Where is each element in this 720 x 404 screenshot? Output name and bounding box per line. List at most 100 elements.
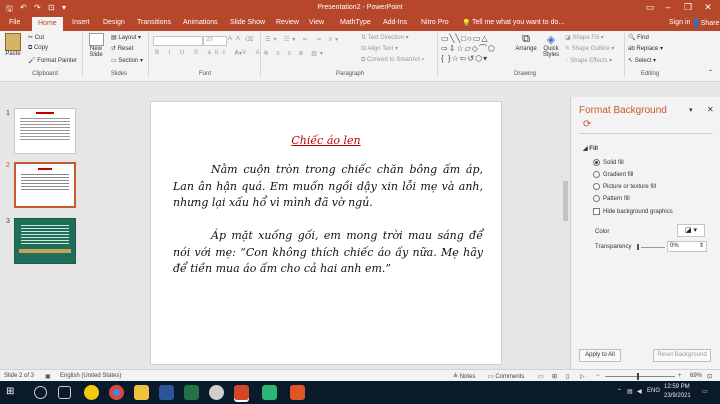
comments-button[interactable]: ▭ Comments xyxy=(488,373,524,380)
fill-tab-icon[interactable]: ⟳ xyxy=(583,119,591,130)
tab-add-ins[interactable]: Add-Ins xyxy=(383,19,407,26)
slide-title[interactable]: Chiếc áo len xyxy=(151,134,501,147)
word-icon[interactable] xyxy=(159,385,174,400)
tab-transitions[interactable]: Transitions xyxy=(137,19,171,26)
pane-close-icon[interactable]: ✕ xyxy=(707,105,714,114)
task-view-icon[interactable] xyxy=(58,386,71,399)
clock-date[interactable]: 23/9/2021 xyxy=(664,393,691,399)
solid-fill-option[interactable]: Solid fill xyxy=(593,159,624,166)
tab-nitro-pro[interactable]: Nitro Pro xyxy=(421,19,449,26)
vertical-scrollbar[interactable] xyxy=(563,101,568,363)
powerpoint-icon[interactable] xyxy=(234,385,249,400)
text-direction-button[interactable]: ⇅ Text Direction ▾ xyxy=(361,34,409,41)
picture-texture-fill-option[interactable]: Picture or texture fill xyxy=(593,183,656,190)
gradient-fill-option[interactable]: Gradient fill xyxy=(593,171,633,178)
hide-background-graphics-checkbox[interactable]: Hide background graphics xyxy=(593,208,673,215)
tab-slide-show[interactable]: Slide Show xyxy=(230,19,265,26)
slide-paragraph-1[interactable]: Nằm cuộn tròn trong chiếc chăn bông ấm á… xyxy=(173,162,483,212)
grow-font-icon[interactable]: A xyxy=(228,36,232,42)
font-size-box[interactable]: 20 xyxy=(203,36,227,46)
select-button[interactable]: ↖ Select ▾ xyxy=(628,57,656,64)
tab-view[interactable]: View xyxy=(309,19,324,26)
color-picker-button[interactable]: ◪ ▾ xyxy=(677,224,705,237)
transparency-input[interactable]: 0% ⇕ xyxy=(667,241,707,252)
format-painter-button[interactable]: 🖌 Format Painter xyxy=(28,57,77,64)
transparency-slider-handle[interactable] xyxy=(637,244,639,250)
maximize-button[interactable]: ❐ xyxy=(680,2,696,13)
tab-review[interactable]: Review xyxy=(276,19,299,26)
pattern-fill-option[interactable]: Pattern fill xyxy=(593,195,630,202)
app-icon[interactable] xyxy=(84,385,99,400)
tell-me-box[interactable]: Tell me what you want to do... xyxy=(472,19,564,26)
app-icon[interactable] xyxy=(290,385,305,400)
input-language[interactable]: ENG xyxy=(647,388,660,394)
apply-to-all-button[interactable]: Apply to All xyxy=(579,349,621,362)
reading-view-icon[interactable]: ▯ xyxy=(566,373,569,380)
app-icon[interactable] xyxy=(262,385,277,400)
shapes-gallery[interactable]: ▭╲╲□○▭△ ⇨⇩☆▱◇⌒⬠{ }☆⇦↺⬡▾ xyxy=(441,34,511,64)
find-button[interactable]: 🔍 Find xyxy=(628,34,649,41)
tell-me-icon[interactable]: 💡 xyxy=(462,19,471,27)
tab-file[interactable]: File xyxy=(9,19,20,26)
app-icon[interactable] xyxy=(209,385,224,400)
notes-button[interactable]: ≜ Notes xyxy=(453,373,475,380)
cut-button[interactable]: ✂ Cut xyxy=(28,34,44,41)
quick-styles-button[interactable]: ◈ Quick Styles xyxy=(539,33,563,58)
list-icons[interactable]: ☰▾ ☷▾ ⇤ ⇥ ≡▾ xyxy=(265,36,341,43)
shape-effects-button[interactable]: ◌ Shape Effects ▾ xyxy=(565,57,612,64)
tab-design[interactable]: Design xyxy=(103,19,125,26)
tab-animations[interactable]: Animations xyxy=(183,19,218,26)
zoom-slider[interactable] xyxy=(605,376,675,377)
slide-canvas[interactable]: Chiếc áo len Nằm cuộn tròn trong chiếc c… xyxy=(150,101,502,365)
reset-button[interactable]: ↺ Reset xyxy=(111,45,133,52)
close-button[interactable]: ✕ xyxy=(700,2,716,13)
fill-section-header[interactable]: ◢ Fill xyxy=(583,145,598,152)
volume-icon[interactable]: ◀ xyxy=(637,388,642,395)
font-name-box[interactable] xyxy=(153,36,203,46)
slide-thumbnail-2[interactable] xyxy=(14,162,76,208)
replace-button[interactable]: ab Replace ▾ xyxy=(628,45,663,52)
collapse-ribbon-icon[interactable]: ⌃ xyxy=(708,69,713,76)
network-icon[interactable]: ▤ xyxy=(627,388,633,395)
new-slide-button[interactable]: New Slide xyxy=(86,33,106,58)
zoom-level[interactable]: 69% xyxy=(690,373,702,379)
reset-background-button[interactable]: Reset Background xyxy=(653,349,711,362)
spinner-icon[interactable]: ⇕ xyxy=(699,242,704,251)
layout-button[interactable]: ▤ Layout ▾ xyxy=(111,34,141,41)
pane-options-icon[interactable]: ▾ xyxy=(689,106,693,114)
language-indicator[interactable]: English (United States) xyxy=(60,373,121,379)
minimize-button[interactable]: – xyxy=(660,2,676,12)
fit-slide-icon[interactable]: ⊡ xyxy=(707,373,712,380)
slide-show-icon[interactable]: ▷ xyxy=(580,373,585,380)
ribbon-display-icon[interactable]: ▭ xyxy=(642,2,658,13)
shape-outline-button[interactable]: ✎ Shape Outline ▾ xyxy=(565,45,614,52)
slide-thumbnail-1[interactable] xyxy=(14,108,76,154)
tab-home[interactable]: Home xyxy=(32,17,63,31)
file-explorer-icon[interactable] xyxy=(134,385,149,400)
slide-sorter-icon[interactable]: ⊞ xyxy=(552,373,557,380)
chrome-icon[interactable] xyxy=(109,385,124,400)
copy-button[interactable]: ⧉ Copy xyxy=(28,45,48,52)
zoom-in-icon[interactable]: + xyxy=(678,373,682,379)
spellcheck-icon[interactable]: ▣ xyxy=(45,373,51,380)
scrollbar-thumb[interactable] xyxy=(563,181,568,221)
paste-button[interactable]: Paste xyxy=(4,33,22,57)
slide-thumbnail-3[interactable] xyxy=(14,218,76,264)
search-icon[interactable] xyxy=(34,386,47,399)
font-style-icons[interactable]: B I U S abc AV Aa xyxy=(155,50,271,56)
clear-format-icon[interactable]: ⌫ xyxy=(245,36,253,43)
arrange-button[interactable]: ⧉ Arrange xyxy=(514,33,538,52)
shrink-font-icon[interactable]: A xyxy=(236,36,240,42)
align-text-button[interactable]: ⊟ Align Text ▾ xyxy=(361,45,398,52)
sign-in-link[interactable]: Sign in xyxy=(669,19,690,26)
font-color-icon[interactable]: A▾ xyxy=(235,50,242,57)
notifications-icon[interactable]: ▭ xyxy=(702,388,708,395)
zoom-slider-handle[interactable] xyxy=(637,373,639,380)
shape-fill-button[interactable]: ◪ Shape Fill ▾ xyxy=(565,34,604,41)
tab-insert[interactable]: Insert xyxy=(72,19,90,26)
align-icons[interactable]: ≡ ≡ ≡ ≣ ▥▾ xyxy=(265,50,326,57)
transparency-slider[interactable] xyxy=(641,247,665,248)
section-button[interactable]: ▭ Section ▾ xyxy=(111,57,143,64)
tray-chevron-icon[interactable]: ⌃ xyxy=(617,388,622,395)
windows-start-icon[interactable]: ⊞ xyxy=(6,386,14,397)
